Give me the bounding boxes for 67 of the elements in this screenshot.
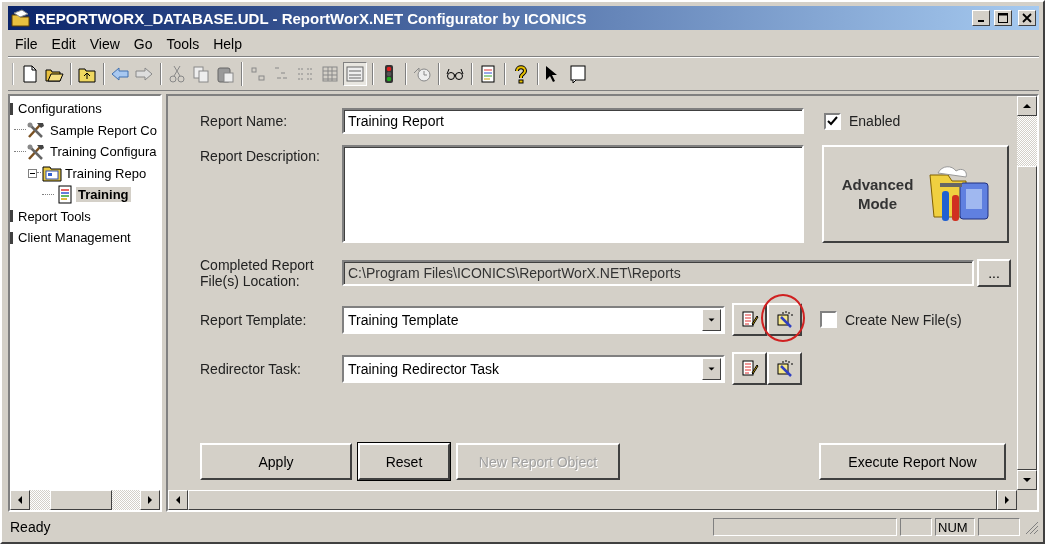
maximize-icon — [998, 13, 1008, 23]
status-pane — [978, 518, 1020, 536]
field-label: Completed Report File(s) Location: — [200, 257, 315, 289]
action-button[interactable]: Reset — [358, 443, 450, 480]
advanced-mode-button[interactable]: Advanced Mode — [822, 145, 1009, 243]
down-arrow-icon — [707, 365, 716, 372]
magic-wand-icon — [774, 309, 795, 330]
menu-item[interactable]: View — [82, 36, 127, 52]
horizontal-scrollbar[interactable] — [10, 490, 160, 510]
left-arrow-icon — [174, 496, 182, 504]
menu-item[interactable]: Edit — [44, 36, 83, 52]
right-arrow-icon — [1003, 496, 1011, 504]
menu-item[interactable]: Help — [206, 36, 249, 52]
report-folder-icon — [41, 163, 63, 184]
field-label: Report Name: — [200, 113, 289, 129]
menu-item[interactable]: File — [8, 36, 45, 52]
collapse-icon[interactable] — [28, 168, 37, 178]
edit-document-icon — [739, 309, 760, 330]
minimize-icon — [978, 20, 984, 22]
edit-button[interactable] — [732, 352, 767, 385]
field-label: Report Template: — [200, 311, 308, 328]
vertical-scrollbar[interactable] — [1017, 96, 1037, 490]
magic-wand-icon — [774, 358, 795, 379]
up-arrow-icon — [1023, 102, 1031, 110]
browse-button[interactable]: ... — [977, 259, 1011, 287]
field-label: Redirector Task: — [200, 360, 302, 377]
left-arrow-icon — [16, 496, 24, 504]
wizard-button[interactable] — [767, 352, 802, 385]
tree-item[interactable]: Training Configura — [48, 144, 159, 160]
highlight-circle — [761, 294, 805, 342]
tree-item[interactable]: Training Repo — [63, 165, 149, 181]
status-indicator: NUM — [935, 518, 975, 536]
tree-item[interactable]: Configurations — [16, 101, 104, 117]
edit-document-icon — [739, 358, 760, 379]
check-icon — [827, 115, 838, 127]
down-arrow-icon — [1023, 476, 1031, 484]
resize-grip-icon — [1023, 519, 1039, 535]
right-arrow-icon — [146, 496, 154, 504]
tree-item[interactable]: Sample Report Co — [48, 122, 159, 138]
create-new-files-checkbox[interactable]: Create New File(s) — [820, 311, 962, 328]
action-button[interactable]: Apply — [200, 443, 352, 480]
template-dropdown[interactable]: Training Template — [342, 305, 725, 334]
status-text: Ready — [9, 519, 52, 535]
description-field[interactable] — [342, 145, 804, 243]
edit-button[interactable] — [732, 303, 767, 336]
action-button[interactable]: Execute Report Now — [819, 443, 1006, 480]
preview-pane-icon[interactable] — [343, 62, 367, 86]
menu-item[interactable]: Tools — [159, 36, 207, 52]
close-button[interactable] — [1018, 10, 1036, 26]
maximize-button[interactable] — [994, 10, 1012, 26]
report-name-field[interactable]: Training Report — [342, 108, 804, 134]
help-box-icon[interactable] — [567, 63, 589, 85]
tree-item[interactable]: Client Management — [16, 230, 133, 246]
wizard-button[interactable] — [767, 303, 802, 336]
menu-item[interactable]: Go — [126, 36, 160, 52]
window-title: REPORTWORX_DATABASE.UDL - ReportWorX.NET Configurator by ICONICS — [35, 9, 588, 27]
location-field[interactable]: C:\Program Files\ICONICS\ReportWorX.NET\Reports — [342, 260, 974, 286]
enabled-checkbox[interactable]: Enabled — [824, 112, 901, 130]
status-pane — [900, 518, 932, 536]
minimize-button[interactable] — [972, 10, 990, 26]
close-icon — [1022, 13, 1032, 23]
down-arrow-icon — [707, 316, 716, 323]
field-label: Report Description: — [200, 147, 321, 164]
tree-item[interactable]: Report Tools — [16, 208, 93, 224]
app-icon — [11, 9, 31, 27]
redirector-dropdown[interactable]: Training Redirector Task — [342, 354, 725, 383]
tree-item[interactable]: Training — [76, 187, 131, 203]
